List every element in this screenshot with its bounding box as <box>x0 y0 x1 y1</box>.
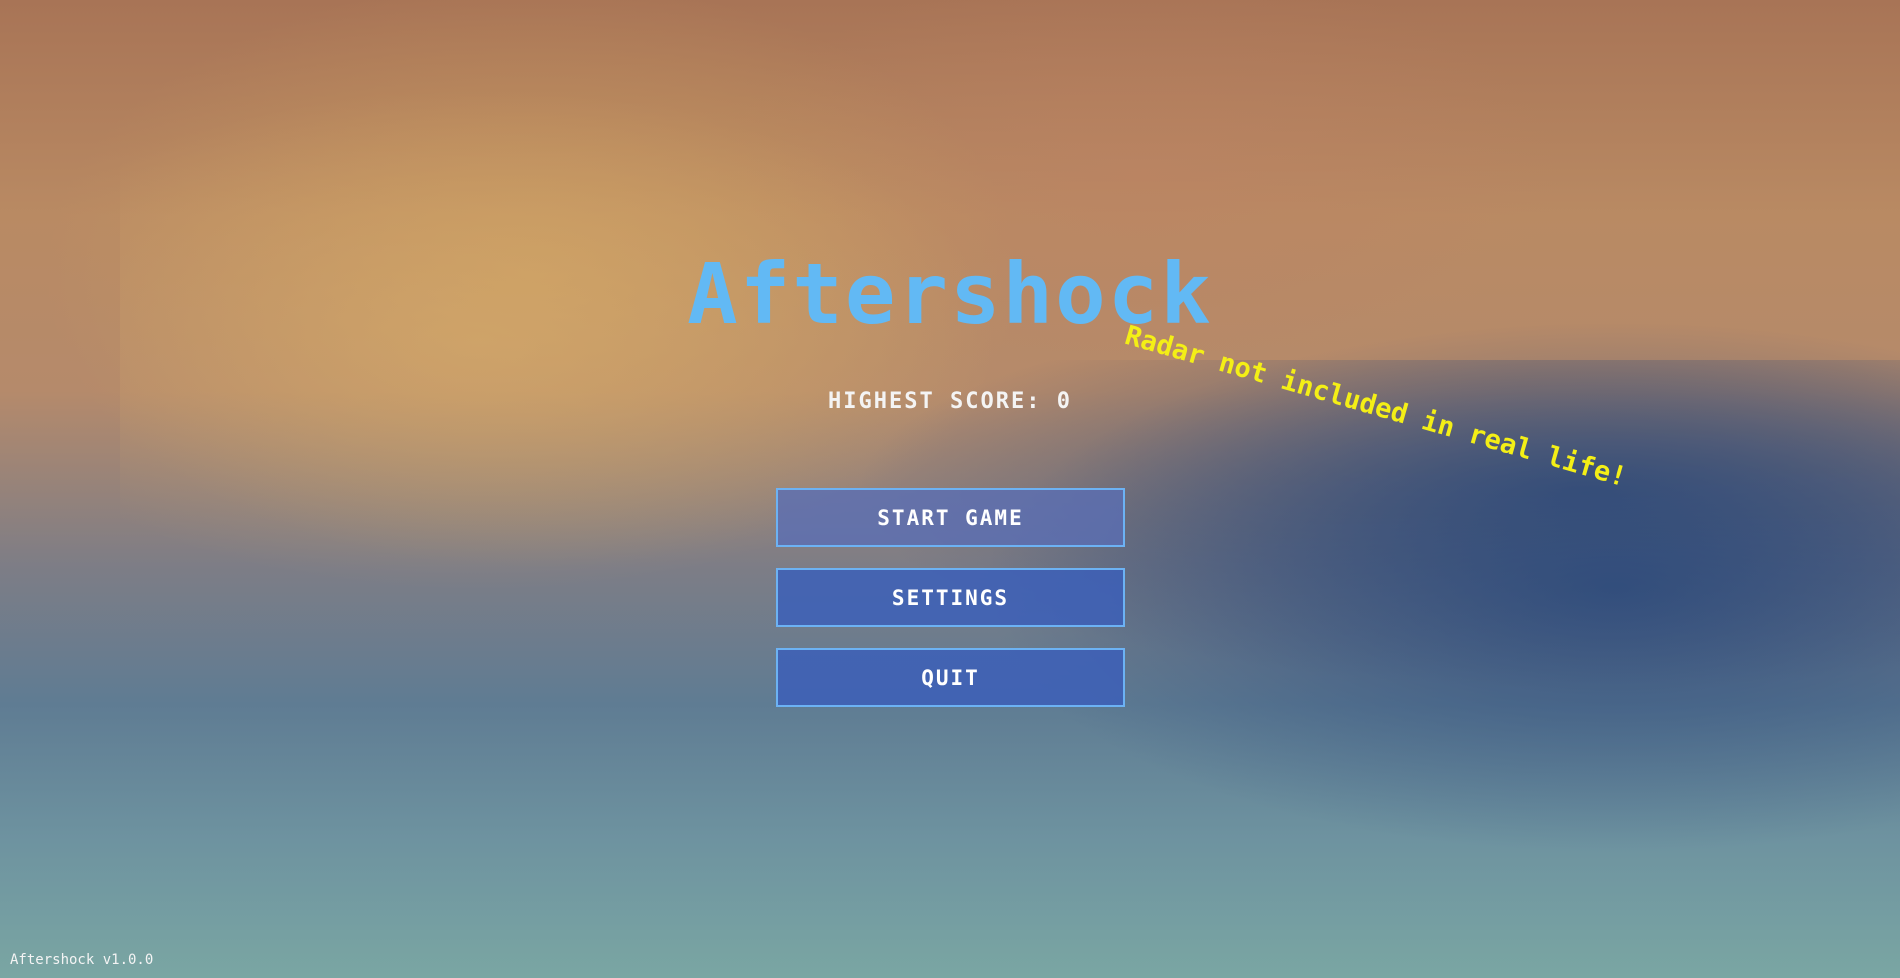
version-label: Aftershock v1.0.0 <box>10 952 154 968</box>
main-menu: START GAME SETTINGS QUIT <box>776 488 1125 728</box>
highest-score-label: HIGHEST SCORE: 0 <box>828 389 1072 414</box>
game-title: Aftershock <box>687 245 1213 343</box>
quit-button[interactable]: QUIT <box>776 648 1125 707</box>
start-game-button[interactable]: START GAME <box>776 488 1125 547</box>
settings-button[interactable]: SETTINGS <box>776 568 1125 627</box>
